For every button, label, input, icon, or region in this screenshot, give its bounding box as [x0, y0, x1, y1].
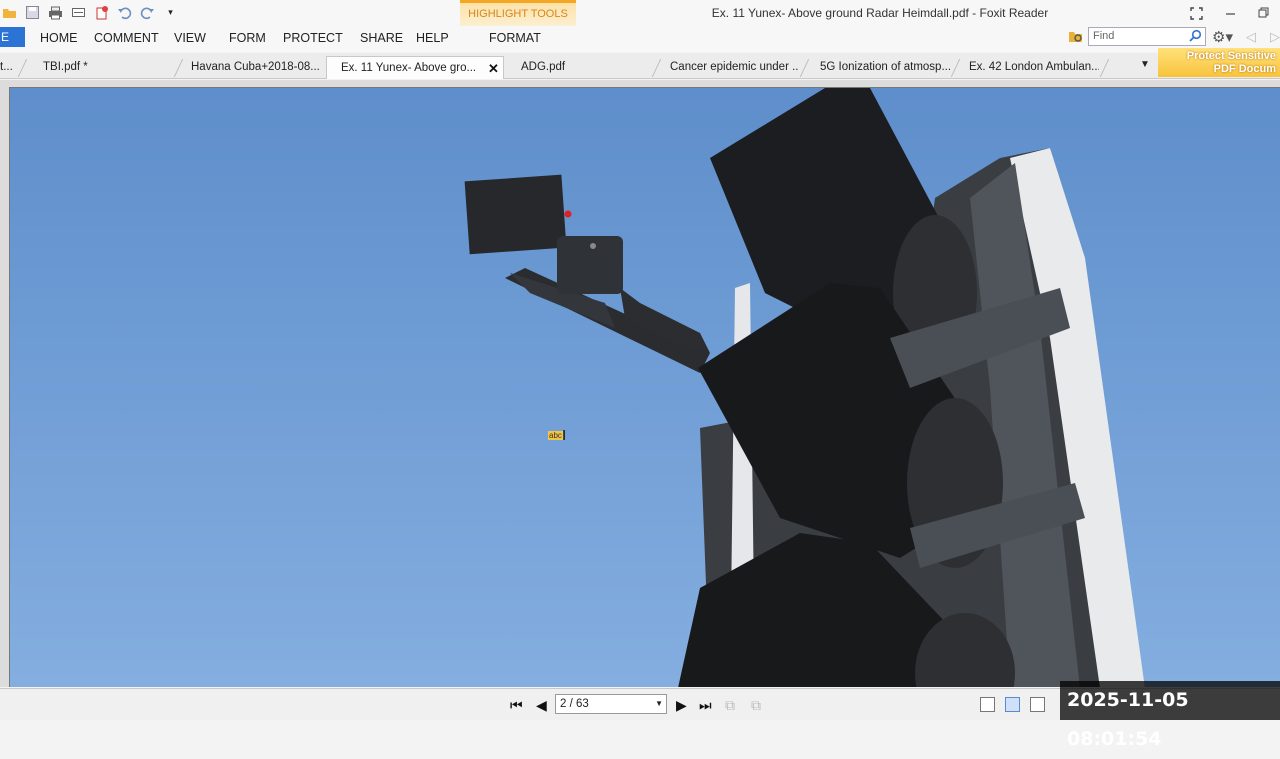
fullscreen-icon[interactable]: [1186, 3, 1206, 23]
doc-tab-label: Ex. 11 Yunex- Above gro...: [341, 62, 477, 74]
find-input[interactable]: Find: [1088, 27, 1206, 46]
customize-toolbar-icon[interactable]: ▾: [161, 4, 180, 21]
doc-tab[interactable]: t...: [0, 56, 18, 79]
doc-tab[interactable]: 5G Ionization of atmosp...: [820, 56, 950, 79]
print-icon[interactable]: [46, 4, 65, 21]
promo-line-1: Protect Sensitive: [1186, 50, 1276, 62]
window-controls: [1186, 3, 1274, 23]
search-folder-icon[interactable]: [1068, 29, 1084, 47]
next-result-icon[interactable]: ▷: [1270, 29, 1280, 45]
typewriter-cursor-badge: abc: [548, 431, 563, 440]
tab-help[interactable]: HELP: [416, 26, 489, 50]
tab-format[interactable]: FORMAT: [489, 26, 559, 50]
save-icon[interactable]: [23, 4, 42, 21]
promo-line-2: PDF Docum: [1213, 63, 1276, 75]
title-bar: ▾ HIGHLIGHT TOOLS Ex. 11 Yunex- Above gr…: [0, 0, 1280, 26]
undo-icon[interactable]: [115, 4, 134, 21]
close-tab-icon[interactable]: ✕: [488, 61, 499, 77]
search-icon[interactable]: [1189, 29, 1202, 48]
first-page-icon[interactable]: ⏮: [510, 697, 523, 714]
doc-tab[interactable]: ADG.pdf: [521, 56, 651, 79]
tab-list-dropdown-icon[interactable]: ▼: [1140, 59, 1150, 70]
settings-gear-icon[interactable]: ⚙▾: [1212, 28, 1233, 46]
tab-comment[interactable]: COMMENT: [94, 26, 174, 50]
restore-icon[interactable]: [1254, 3, 1274, 23]
doc-tab[interactable]: Havana Cuba+2018-08...: [191, 56, 319, 79]
text-cursor-icon: I: [562, 427, 567, 444]
tab-home[interactable]: HOME: [40, 26, 94, 50]
new-document-icon[interactable]: [92, 4, 111, 21]
last-page-icon[interactable]: ⏭: [699, 697, 712, 714]
protect-promo-banner[interactable]: Protect Sensitive PDF Docum: [1158, 48, 1280, 77]
quick-access-toolbar: ▾: [0, 4, 180, 21]
doc-tab[interactable]: Cancer epidemic under ...: [670, 56, 798, 79]
tab-share[interactable]: SHARE: [360, 26, 416, 50]
redo-icon[interactable]: [138, 4, 157, 21]
traffic-light-photo: [464, 88, 1145, 687]
contextual-tab-highlight-tools[interactable]: HIGHLIGHT TOOLS: [460, 0, 576, 26]
find-placeholder: Find: [1093, 30, 1115, 42]
page-layout-buttons: [980, 697, 1045, 712]
previous-view-icon[interactable]: ⧉: [725, 697, 735, 714]
single-page-icon[interactable]: [980, 697, 995, 712]
page-number-field[interactable]: 2 / 63 ▼: [555, 694, 667, 714]
scan-icon[interactable]: [69, 4, 88, 21]
pdf-page[interactable]: abc I: [9, 87, 1280, 687]
tab-form[interactable]: FORM: [229, 26, 283, 50]
tab-view[interactable]: VIEW: [174, 26, 229, 50]
doc-tab-active[interactable]: Ex. 11 Yunex- Above gro...: [326, 56, 504, 79]
page-dropdown-icon[interactable]: ▼: [655, 695, 663, 713]
tab-protect[interactable]: PROTECT: [283, 26, 360, 50]
continuous-page-icon[interactable]: [1005, 697, 1020, 712]
doc-tab[interactable]: TBI.pdf *: [43, 56, 173, 79]
page-number-value: 2 / 63: [560, 698, 589, 710]
facing-page-icon[interactable]: [1030, 697, 1045, 712]
doc-tab[interactable]: Ex. 42 London Ambulan...: [969, 56, 1099, 79]
next-page-icon[interactable]: ▶: [676, 697, 687, 714]
next-view-icon[interactable]: ⧉: [751, 697, 761, 714]
previous-result-icon[interactable]: ◁: [1246, 29, 1256, 45]
minimize-icon[interactable]: [1220, 3, 1240, 23]
file-tab[interactable]: E: [0, 27, 25, 47]
ribbon-tabs: HOME COMMENT VIEW FORM PROTECT SHARE HEL…: [40, 26, 559, 50]
window-title: Ex. 11 Yunex- Above ground Radar Heimdal…: [711, 6, 1049, 20]
recording-timestamp: 2025-11-05 08:01:54: [1060, 681, 1280, 750]
open-icon[interactable]: [0, 4, 19, 21]
previous-page-icon[interactable]: ◀: [536, 697, 547, 714]
